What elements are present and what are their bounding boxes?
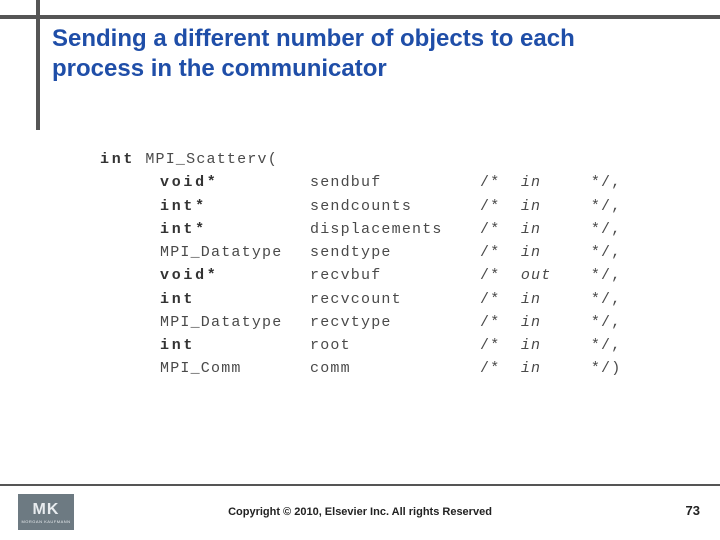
param-name: displacements — [310, 218, 480, 241]
param-terminator: */, — [591, 174, 622, 191]
param-direction: in — [521, 357, 591, 380]
param-direction: in — [521, 241, 591, 264]
param-direction: in — [521, 334, 591, 357]
return-type: int — [100, 151, 135, 168]
param-row: intrecvcount/* in*/, — [100, 288, 621, 311]
comment-open: /* — [480, 291, 500, 308]
param-direction: in — [521, 171, 591, 194]
comment-open: /* — [480, 337, 500, 354]
param-type: void* — [160, 264, 310, 287]
slide-title: Sending a different number of objects to… — [52, 24, 672, 84]
comment-open: /* — [480, 198, 500, 215]
param-row: int*displacements/* in*/, — [100, 218, 621, 241]
param-type: int — [160, 288, 310, 311]
code-block: int MPI_Scatterv( void*sendbuf/* in*/,in… — [100, 148, 621, 381]
param-terminator: */, — [591, 314, 622, 331]
param-row: int*sendcounts/* in*/, — [100, 195, 621, 218]
comment-open: /* — [480, 221, 500, 238]
param-terminator: */, — [591, 267, 622, 284]
param-type: MPI_Datatype — [160, 241, 310, 264]
param-type: MPI_Datatype — [160, 311, 310, 334]
param-row: MPI_Commcomm/* in*/) — [100, 357, 621, 380]
param-row: void*sendbuf/* in*/, — [100, 171, 621, 194]
param-terminator: */, — [591, 198, 622, 215]
param-terminator: */, — [591, 337, 622, 354]
param-name: comm — [310, 357, 480, 380]
top-rule — [0, 15, 720, 19]
param-type: int* — [160, 195, 310, 218]
param-row: MPI_Datatyperecvtype/* in*/, — [100, 311, 621, 334]
left-rule — [36, 0, 40, 130]
function-signature-row: int MPI_Scatterv( — [100, 148, 621, 171]
param-name: recvcount — [310, 288, 480, 311]
comment-open: /* — [480, 244, 500, 261]
param-type: int — [160, 334, 310, 357]
param-type: MPI_Comm — [160, 357, 310, 380]
param-direction: in — [521, 195, 591, 218]
function-name: MPI_Scatterv( — [145, 151, 278, 168]
param-terminator: */, — [591, 291, 622, 308]
comment-open: /* — [480, 314, 500, 331]
footer-rule — [0, 484, 720, 486]
param-direction: in — [521, 311, 591, 334]
param-name: recvbuf — [310, 264, 480, 287]
param-name: sendbuf — [310, 171, 480, 194]
copyright-text: Copyright © 2010, Elsevier Inc. All righ… — [0, 506, 720, 518]
comment-open: /* — [480, 360, 500, 377]
param-terminator: */) — [591, 360, 622, 377]
param-type: void* — [160, 171, 310, 194]
param-name: sendcounts — [310, 195, 480, 218]
param-row: void*recvbuf/* out*/, — [100, 264, 621, 287]
param-direction: in — [521, 288, 591, 311]
param-direction: out — [521, 264, 591, 287]
logo-sub: MORGAN KAUFMANN — [21, 519, 70, 524]
param-terminator: */, — [591, 221, 622, 238]
param-row: MPI_Datatypesendtype/* in*/, — [100, 241, 621, 264]
comment-open: /* — [480, 174, 500, 191]
param-direction: in — [521, 218, 591, 241]
param-row: introot/* in*/, — [100, 334, 621, 357]
page-number: 73 — [686, 503, 700, 518]
param-name: recvtype — [310, 311, 480, 334]
param-name: root — [310, 334, 480, 357]
comment-open: /* — [480, 267, 500, 284]
param-type: int* — [160, 218, 310, 241]
param-terminator: */, — [591, 244, 622, 261]
param-name: sendtype — [310, 241, 480, 264]
